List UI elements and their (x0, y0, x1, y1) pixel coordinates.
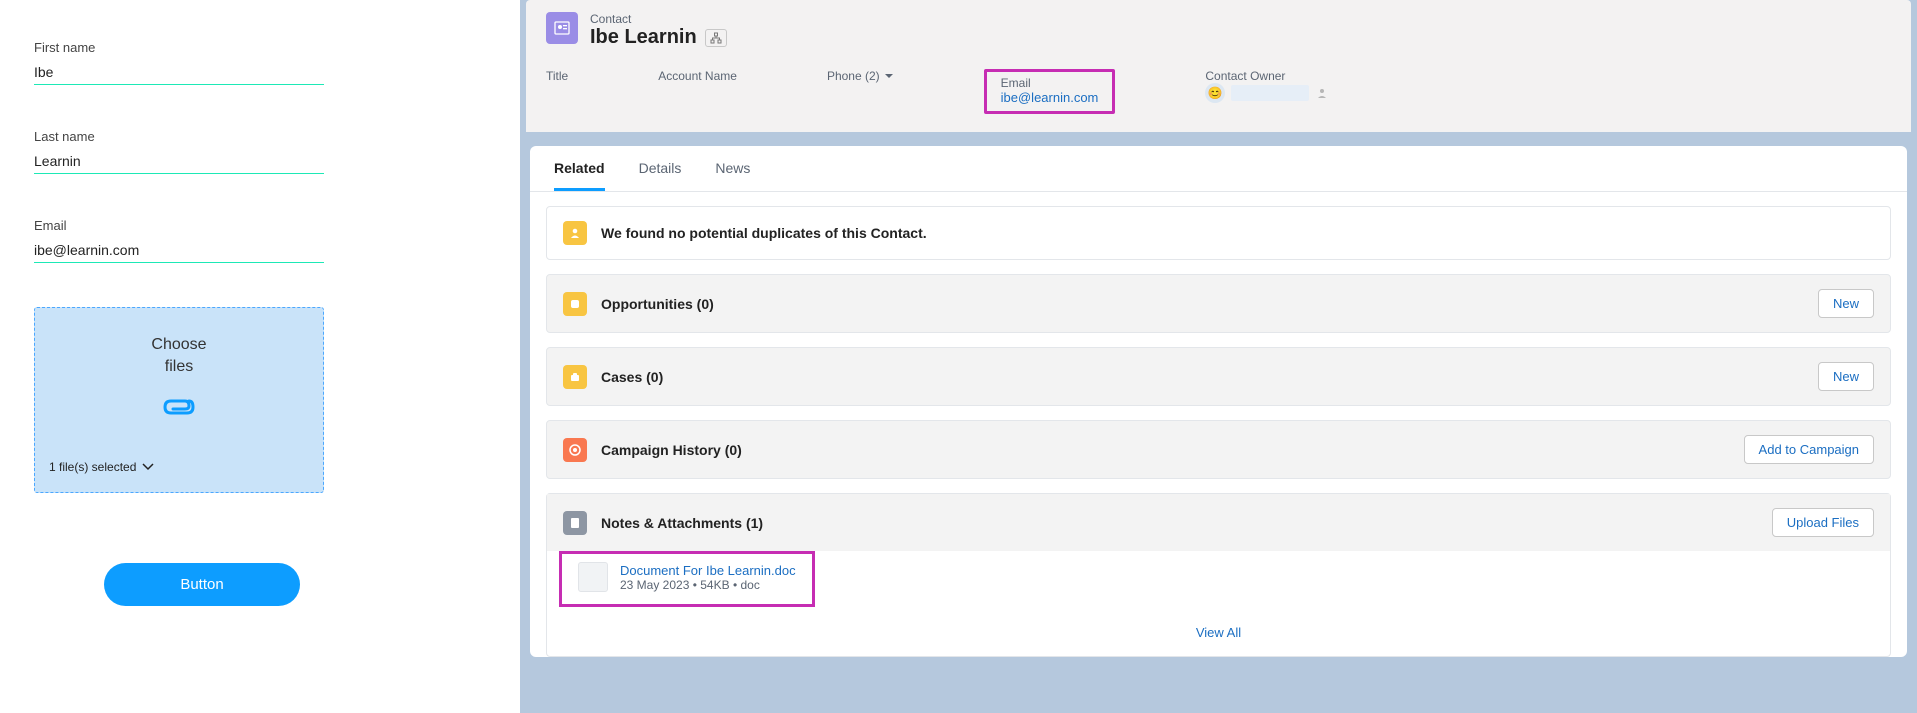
files-selected-label: 1 file(s) selected (49, 460, 136, 474)
record-header: Contact Ibe Learnin Title Account Name P… (526, 0, 1911, 132)
email-label: Email (34, 218, 324, 233)
attachment-meta: 23 May 2023 • 54KB • doc (620, 578, 796, 592)
hf-title: Title (546, 69, 568, 83)
first-name-label: First name (34, 40, 324, 55)
hf-email-value[interactable]: ibe@learnin.com (1001, 90, 1099, 105)
file-thumb-icon (578, 562, 608, 592)
owner-avatar-icon: 😊 (1205, 83, 1225, 103)
upload-files-button[interactable]: Upload Files (1772, 508, 1874, 537)
notes-title[interactable]: Notes & Attachments (1) (601, 515, 1758, 531)
contact-icon (546, 12, 578, 44)
hf-title-label: Title (546, 69, 568, 83)
section-campaign: Campaign History (0) Add to Campaign (546, 420, 1891, 479)
opportunities-title[interactable]: Opportunities (0) (601, 296, 1804, 312)
form-panel: First name Last name Email Choose files … (0, 0, 520, 713)
email-field: Email (34, 218, 324, 263)
hf-email-label: Email (1001, 76, 1099, 90)
notes-icon (563, 511, 587, 535)
tab-details[interactable]: Details (639, 160, 682, 191)
tabs: Related Details News (530, 146, 1907, 192)
attachment-link[interactable]: Document For Ibe Learnin.doc (620, 563, 796, 578)
hf-phone-label: Phone (2) (827, 69, 880, 83)
last-name-input[interactable] (34, 150, 324, 174)
section-duplicates: We found no potential duplicates of this… (546, 206, 1891, 260)
hf-owner-label: Contact Owner (1205, 69, 1329, 83)
section-notes: Notes & Attachments (1) Upload Files Doc… (546, 493, 1891, 657)
file-dropzone[interactable]: Choose files 1 file(s) selected (34, 307, 324, 493)
last-name-label: Last name (34, 129, 324, 144)
object-label: Contact (590, 12, 727, 26)
hierarchy-icon[interactable] (705, 29, 727, 47)
change-owner-icon[interactable] (1315, 86, 1329, 100)
duplicates-msg: We found no potential duplicates of this… (601, 225, 1874, 241)
duplicates-icon (563, 221, 587, 245)
chevron-down-icon (142, 463, 154, 471)
record-title-block: Contact Ibe Learnin (590, 12, 727, 49)
attachment-icon (159, 395, 199, 424)
attachment-highlight: Document For Ibe Learnin.doc 23 May 2023… (559, 551, 815, 607)
view-all-row: View All (547, 613, 1890, 656)
first-name-input[interactable] (34, 61, 324, 85)
last-name-field: Last name (34, 129, 324, 174)
record-panel: Contact Ibe Learnin Title Account Name P… (520, 0, 1917, 713)
owner-name-blurred (1231, 85, 1309, 101)
record-name: Ibe Learnin (590, 26, 697, 49)
hf-phone[interactable]: Phone (2) (827, 69, 894, 83)
opportunities-new-button[interactable]: New (1818, 289, 1874, 318)
section-cases: Cases (0) New (546, 347, 1891, 406)
cases-icon (563, 365, 587, 389)
opportunities-icon (563, 292, 587, 316)
email-input[interactable] (34, 239, 324, 263)
campaign-title[interactable]: Campaign History (0) (601, 442, 1730, 458)
tab-related[interactable]: Related (554, 160, 605, 191)
header-fields: Title Account Name Phone (2) Email ibe@l… (546, 69, 1891, 114)
hf-owner: Contact Owner 😊 (1205, 69, 1329, 103)
choose-files-label: Choose files (151, 334, 206, 377)
files-selected-text: 1 file(s) selected (49, 460, 154, 474)
campaign-icon (563, 438, 587, 462)
first-name-field: First name (34, 40, 324, 85)
add-campaign-button[interactable]: Add to Campaign (1744, 435, 1874, 464)
cases-new-button[interactable]: New (1818, 362, 1874, 391)
submit-button[interactable]: Button (104, 563, 300, 606)
cases-title[interactable]: Cases (0) (601, 369, 1804, 385)
view-all-link[interactable]: View All (1196, 625, 1241, 640)
hf-account: Account Name (658, 69, 737, 83)
hf-account-label: Account Name (658, 69, 737, 83)
section-opportunities: Opportunities (0) New (546, 274, 1891, 333)
tab-news[interactable]: News (715, 160, 750, 191)
hf-email-highlight: Email ibe@learnin.com (984, 69, 1116, 114)
chevron-down-icon (884, 73, 894, 79)
detail-card: Related Details News We found no potenti… (530, 146, 1907, 657)
